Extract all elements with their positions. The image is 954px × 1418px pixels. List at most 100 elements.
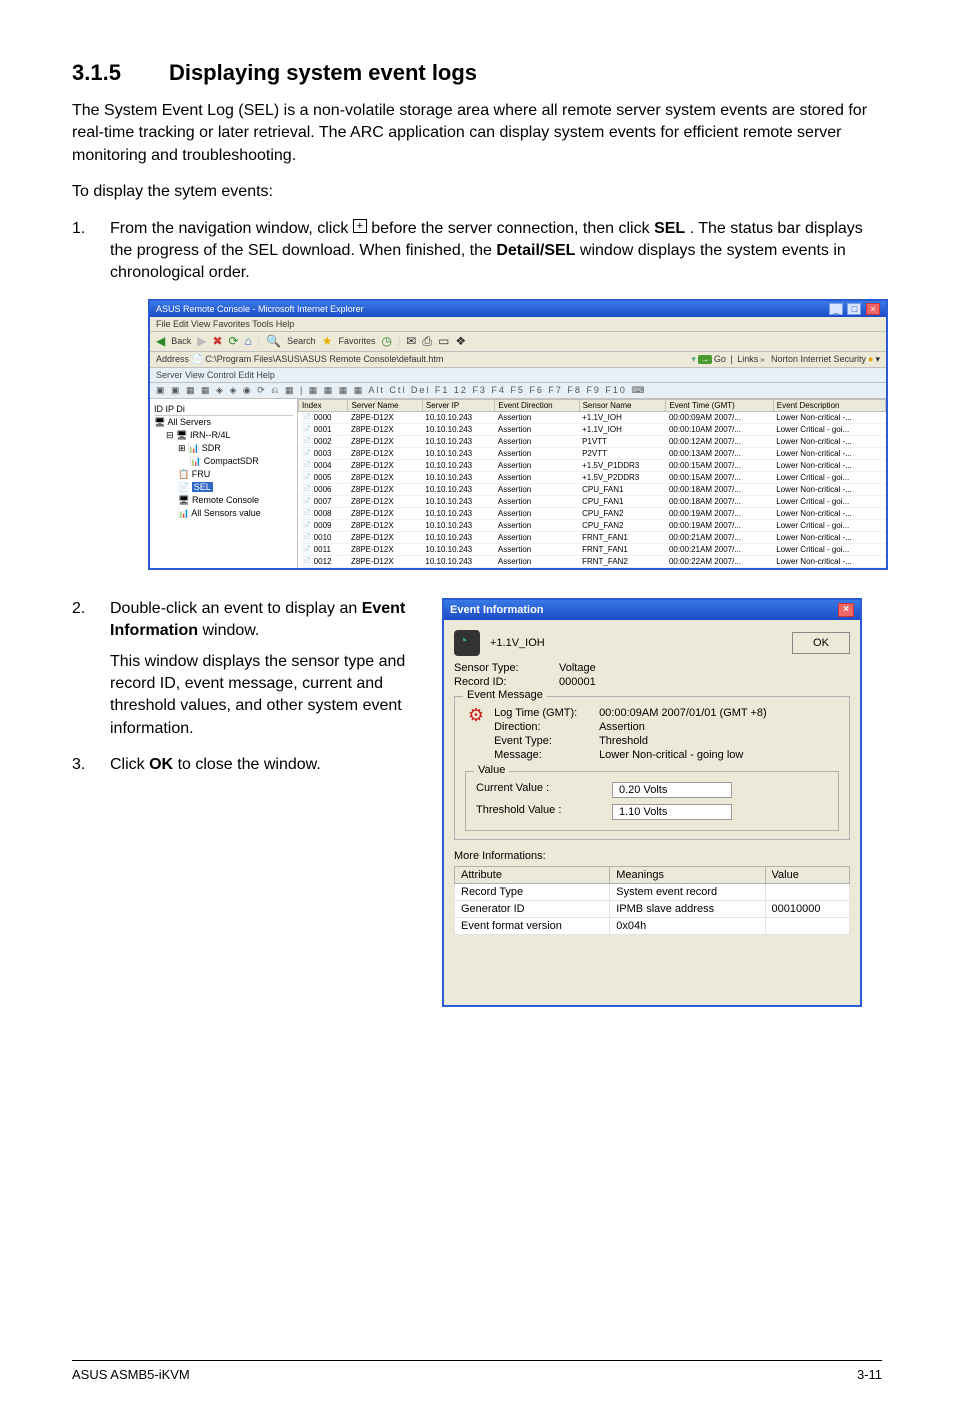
column-header[interactable]: Sensor Name [579, 399, 666, 411]
ie-menubar[interactable]: File Edit View Favorites Tools Help [150, 317, 886, 332]
cell: 00:00:15AM 2007/... [666, 471, 773, 483]
search-label[interactable]: Search [287, 336, 316, 346]
ie-toolbar[interactable]: ◀ Back ▶ ✖ ⟳ ⌂ | 🔍 Search ★ Favorites ◷ … [150, 332, 886, 352]
table-row[interactable]: 📄 0006Z8PE-D12X10.10.10.243AssertionCPU_… [299, 483, 886, 495]
norton-label[interactable]: Norton Internet Security [771, 354, 866, 364]
table-row[interactable]: 📄 0000Z8PE-D12X10.10.10.243Assertion+1.1… [299, 411, 886, 423]
threshold-value: 1.10 Volts [612, 804, 732, 820]
forward-icon[interactable]: ▶ [197, 334, 206, 348]
tree-item[interactable]: 📊 All Sensors value [154, 507, 293, 520]
app-menubar[interactable]: Server View Control Edit Help [150, 368, 886, 383]
search-icon[interactable]: 🔍 [266, 334, 281, 348]
table-row[interactable]: 📄 0007Z8PE-D12X10.10.10.243AssertionCPU_… [299, 495, 886, 507]
cell: Assertion [495, 543, 579, 555]
cell: Z8PE-D12X [348, 543, 422, 555]
value: 000001 [559, 676, 596, 688]
tree-item[interactable]: 📋 FRU [154, 468, 293, 481]
table-row[interactable]: 📄 0012Z8PE-D12X10.10.10.243AssertionFRNT… [299, 555, 886, 567]
app-toolbar[interactable]: ▣ ▣ ▦ ▦ ◈ ◈ ◉ ⟳ ⎌ ▦ | ▦ ▦ ▦ ▦ Alt Ctl De… [150, 383, 886, 399]
table-row[interactable]: 📄 0011Z8PE-D12X10.10.10.243AssertionFRNT… [299, 543, 886, 555]
event-grid[interactable]: IndexServer NameServer IPEvent Direction… [298, 399, 886, 568]
favorites-label[interactable]: Favorites [338, 336, 375, 346]
cell: 10.10.10.243 [422, 519, 494, 531]
close-icon[interactable]: × [838, 603, 854, 617]
cell: Generator ID [455, 900, 610, 917]
cell: 00:00:09AM 2007/... [666, 411, 773, 423]
column-header[interactable]: Event Description [773, 399, 885, 411]
cell: FRNT_FAN2 [579, 555, 666, 567]
mail-icon[interactable]: ✉ [406, 334, 416, 348]
cell: Lower Non-critical -... [773, 459, 885, 471]
column-header[interactable]: Server IP [422, 399, 494, 411]
column-header[interactable]: Server Name [348, 399, 422, 411]
tree-item[interactable]: ⊟ 🖥 IRN--R/4L [154, 429, 293, 442]
tree-item[interactable]: 📊 CompactSDR [154, 455, 293, 468]
cell: 00:00:21AM 2007/... [666, 543, 773, 555]
links-label[interactable]: Links [737, 354, 758, 364]
go-button[interactable]: → [698, 355, 712, 364]
column-header[interactable]: Event Time (GMT) [666, 399, 773, 411]
step-text: Click OK to close the window. [110, 754, 420, 776]
window-title: ASUS Remote Console - Microsoft Internet… [156, 304, 364, 314]
cell: +1.1V_IOH [579, 423, 666, 435]
back-icon[interactable]: ◀ [156, 334, 165, 348]
cell [765, 917, 850, 934]
navigation-tree[interactable]: ID IP Di 🖥 All Servers ⊟ 🖥 IRN--R/4L ⊞ 📊… [150, 399, 298, 568]
value: Assertion [599, 721, 645, 733]
cell: Lower Non-critical -... [773, 435, 885, 447]
table-row[interactable]: 📄 0008Z8PE-D12X10.10.10.243AssertionCPU_… [299, 507, 886, 519]
cell: Lower Non-critical -... [773, 411, 885, 423]
table-row[interactable]: 📄 0003Z8PE-D12X10.10.10.243AssertionP2VT… [299, 447, 886, 459]
refresh-icon[interactable]: ⟳ [229, 334, 239, 348]
table-row[interactable]: 📄 0001Z8PE-D12X10.10.10.243Assertion+1.1… [299, 423, 886, 435]
cell: Record Type [455, 883, 610, 900]
tree-item[interactable]: 🖥 All Servers [154, 416, 293, 429]
column-header[interactable]: Event Direction [495, 399, 579, 411]
label: Direction: [494, 721, 599, 733]
discuss-icon[interactable]: ❖ [455, 334, 466, 348]
table-row[interactable]: 📄 0009Z8PE-D12X10.10.10.243AssertionCPU_… [299, 519, 886, 531]
ok-button[interactable]: OK [792, 632, 850, 654]
tree-item[interactable]: 🖥 Remote Console [154, 494, 293, 507]
go-label[interactable]: Go [714, 354, 726, 364]
edit-icon[interactable]: ▭ [438, 334, 449, 348]
intro-paragraph: The System Event Log (SEL) is a non-vola… [72, 100, 882, 167]
cell: 📄 0008 [299, 507, 348, 519]
minimize-icon[interactable]: _ [829, 303, 843, 315]
table-row[interactable]: 📄 0005Z8PE-D12X10.10.10.243Assertion+1.5… [299, 471, 886, 483]
table-row[interactable]: 📄 0002Z8PE-D12X10.10.10.243AssertionP1VT… [299, 435, 886, 447]
cell: 10.10.10.243 [422, 435, 494, 447]
close-icon[interactable]: × [866, 303, 880, 315]
window-buttons: _ □ × [827, 303, 880, 315]
cell: Assertion [495, 507, 579, 519]
cell: Lower Critical - goi... [773, 519, 885, 531]
print-icon[interactable]: ⎙ [422, 334, 432, 349]
cell: +1.1V_IOH [579, 411, 666, 423]
home-icon[interactable]: ⌂ [245, 334, 252, 348]
back-label[interactable]: Back [171, 336, 191, 346]
cell: 00:00:15AM 2007/... [666, 459, 773, 471]
cell [765, 883, 850, 900]
address-bar[interactable]: Address 📄 C:\Program Files\ASUS\ASUS Rem… [150, 352, 886, 368]
cell: 📄 0002 [299, 435, 348, 447]
label: Log Time (GMT): [494, 707, 599, 719]
table-row[interactable]: 📄 0010Z8PE-D12X10.10.10.243AssertionFRNT… [299, 531, 886, 543]
cell: +1.5V_P2DDR3 [579, 471, 666, 483]
cell: Assertion [495, 435, 579, 447]
tree-item-sel[interactable]: 📄 SEL [154, 481, 293, 494]
cell: Z8PE-D12X [348, 483, 422, 495]
tree-item[interactable]: ⊞ 📊 SDR [154, 442, 293, 455]
maximize-icon[interactable]: □ [847, 303, 861, 315]
label: Threshold Value : [476, 804, 606, 820]
cell: 10.10.10.243 [422, 411, 494, 423]
favorites-icon[interactable]: ★ [322, 334, 333, 348]
legend: Value [474, 764, 509, 776]
address-value[interactable]: C:\Program Files\ASUS\ASUS Remote Consol… [205, 354, 443, 364]
cell: 10.10.10.243 [422, 459, 494, 471]
table-row[interactable]: 📄 0004Z8PE-D12X10.10.10.243Assertion+1.5… [299, 459, 886, 471]
stop-icon[interactable]: ✖ [212, 334, 222, 348]
column-header: Meanings [610, 866, 765, 883]
column-header[interactable]: Index [299, 399, 348, 411]
history-icon[interactable]: ◷ [381, 334, 391, 348]
cell: Z8PE-D12X [348, 519, 422, 531]
